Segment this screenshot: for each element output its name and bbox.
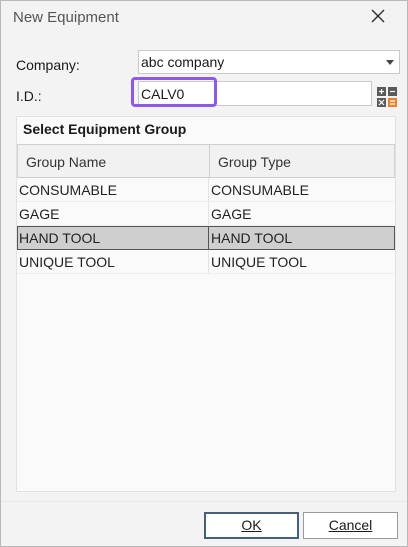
table-row-selected[interactable]: HAND TOOL HAND TOOL bbox=[17, 226, 395, 250]
company-value: abc company bbox=[141, 54, 225, 70]
window-title: New Equipment bbox=[13, 9, 119, 26]
id-label: I.D.: bbox=[16, 88, 42, 104]
cell-divider bbox=[208, 227, 209, 249]
cancel-button-label: Cancel bbox=[328, 517, 373, 533]
cell-group-name: UNIQUE TOOL bbox=[19, 254, 115, 270]
grid-header: Group Name Group Type bbox=[17, 144, 395, 178]
cell-group-type: GAGE bbox=[211, 206, 252, 222]
cell-group-name: HAND TOOL bbox=[19, 230, 101, 246]
company-label: Company: bbox=[16, 57, 80, 73]
table-row[interactable]: UNIQUE TOOL UNIQUE TOOL bbox=[17, 250, 395, 274]
company-select[interactable]: abc company bbox=[138, 50, 400, 74]
cell-group-name: CONSUMABLE bbox=[19, 182, 118, 198]
ok-button[interactable]: OK bbox=[204, 512, 299, 539]
cell-divider bbox=[208, 178, 209, 202]
cancel-button[interactable]: Cancel bbox=[303, 512, 398, 539]
table-row[interactable]: GAGE GAGE bbox=[17, 202, 395, 226]
ok-button-label: OK bbox=[241, 517, 262, 533]
calculator-icon[interactable] bbox=[377, 87, 397, 107]
column-header-group-type[interactable]: Group Type bbox=[218, 154, 291, 170]
table-row[interactable]: CONSUMABLE CONSUMABLE bbox=[17, 178, 395, 202]
id-input[interactable] bbox=[138, 81, 372, 106]
new-equipment-dialog: New Equipment Company: abc company I.D.:… bbox=[0, 0, 408, 547]
cell-divider bbox=[208, 202, 209, 226]
close-icon[interactable] bbox=[369, 7, 387, 25]
cell-group-type: HAND TOOL bbox=[211, 230, 293, 246]
chevron-down-icon[interactable] bbox=[386, 60, 394, 65]
cell-divider bbox=[208, 250, 209, 274]
cell-group-type: CONSUMABLE bbox=[211, 182, 310, 198]
cell-group-name: GAGE bbox=[19, 206, 60, 222]
footer-divider bbox=[1, 501, 407, 502]
column-divider bbox=[209, 145, 210, 177]
column-header-group-name[interactable]: Group Name bbox=[26, 154, 106, 170]
row-separator bbox=[17, 273, 395, 274]
cell-group-type: UNIQUE TOOL bbox=[211, 254, 307, 270]
equipment-group-panel: Select Equipment Group Group Name Group … bbox=[16, 116, 396, 492]
group-title: Select Equipment Group bbox=[23, 121, 187, 137]
title-bar: New Equipment bbox=[1, 1, 407, 35]
